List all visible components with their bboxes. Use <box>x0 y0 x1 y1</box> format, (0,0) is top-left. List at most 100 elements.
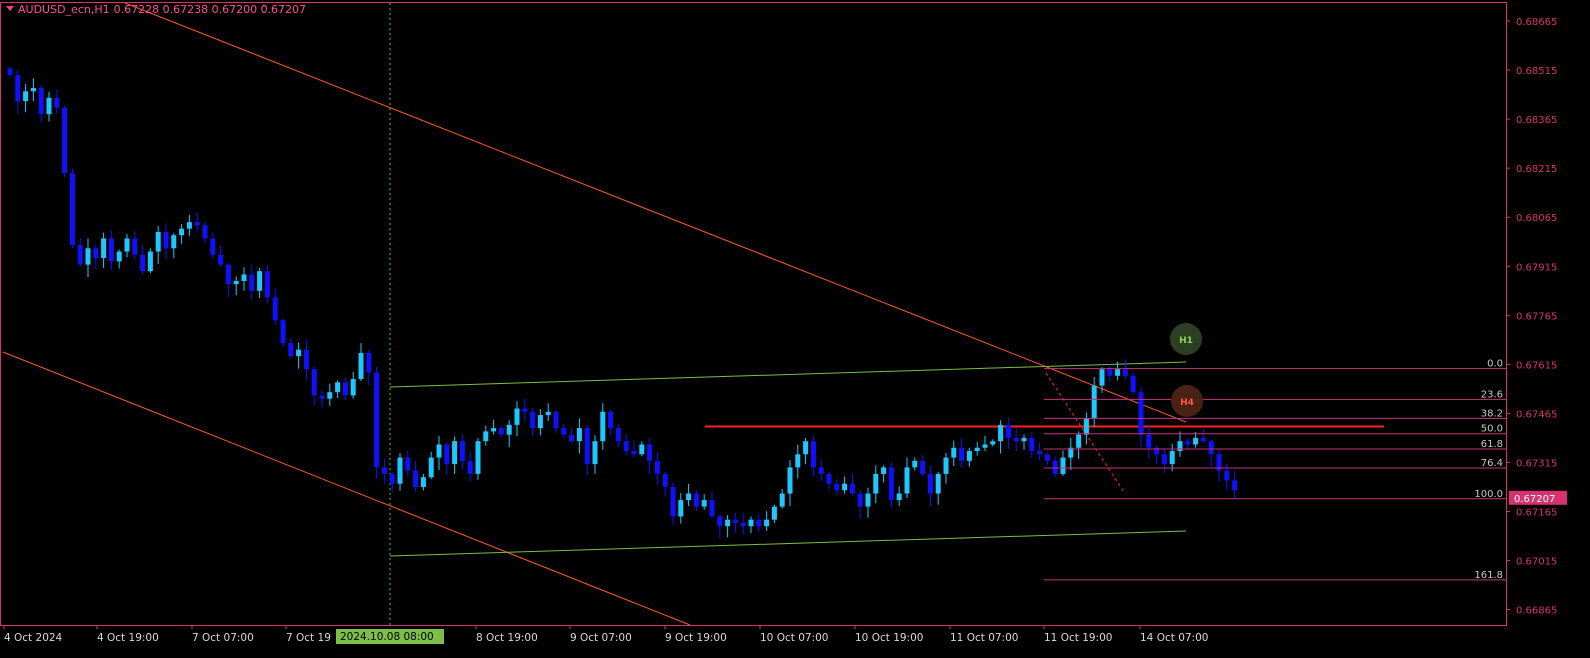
candle-body <box>452 441 458 465</box>
candle-body <box>85 248 91 265</box>
candle-body <box>218 254 224 265</box>
fib-label: 76.4 <box>1481 458 1503 469</box>
collapse-triangle-icon[interactable] <box>6 6 14 11</box>
candle-body <box>491 428 497 432</box>
x-tick-label: 10 Oct 19:00 <box>855 632 923 644</box>
candle-body <box>857 493 863 507</box>
candle-body <box>241 274 247 281</box>
candle-body <box>23 91 29 102</box>
candle-body <box>982 444 988 448</box>
candle-body <box>764 519 770 527</box>
chart-header: AUDUSD_ecn,H1 0.67228 0.67238 0.67200 0.6… <box>6 3 306 16</box>
candle-body <box>545 411 551 416</box>
candle-body <box>1021 437 1027 442</box>
x-tick-label: 11 Oct 07:00 <box>950 632 1018 644</box>
candle-body <box>350 379 356 396</box>
x-tick-label: 9 Oct 19:00 <box>665 632 727 644</box>
candle-body <box>1122 369 1128 376</box>
candle-body <box>124 238 130 252</box>
y-tick-label: 0.68365 <box>1516 115 1557 126</box>
candle-body <box>639 444 645 455</box>
candle-body <box>397 457 403 484</box>
candle-body <box>1161 454 1167 465</box>
channel-lower-line <box>389 530 1187 557</box>
candle-body <box>319 395 325 399</box>
candle-body <box>1130 375 1136 393</box>
candle-body <box>327 392 333 399</box>
candle-body <box>888 467 894 501</box>
fib-label: 61.8 <box>1481 439 1503 450</box>
candle-body <box>1005 424 1011 438</box>
x-tick-label: 4 Oct 2024 <box>4 632 63 644</box>
y-tick-label: 0.68215 <box>1516 164 1557 175</box>
y-tick-label: 0.68065 <box>1516 213 1557 224</box>
candle-body <box>272 297 278 321</box>
price-time-axes: 0.68665 0.68515 0.68365 0.68215 0.68065 0.679… <box>3 17 1567 644</box>
h1-marker[interactable]: H1 <box>1170 323 1202 355</box>
candle-body <box>132 238 138 255</box>
candle-body <box>951 447 957 458</box>
candle-body <box>686 493 692 501</box>
candle-body <box>1091 385 1097 419</box>
candle-body <box>881 467 887 474</box>
candle-body <box>654 460 660 474</box>
candle-body <box>30 88 36 92</box>
candle-body <box>233 280 239 285</box>
candle-body <box>1029 437 1035 452</box>
x-tick-label: 4 Oct 19:00 <box>97 632 159 644</box>
candle-body <box>225 264 231 285</box>
candle-body <box>756 519 762 527</box>
candle-body <box>171 235 177 249</box>
candle-body <box>810 441 816 468</box>
candle-body <box>1138 392 1144 435</box>
fib-label: 161.8 <box>1474 570 1503 581</box>
candle-body <box>849 483 855 494</box>
h4-marker[interactable]: H4 <box>1171 385 1203 417</box>
candle-body <box>311 369 317 396</box>
candle-body <box>896 493 902 501</box>
candle-body <box>561 428 567 435</box>
candle-body <box>116 251 122 262</box>
candle-body <box>592 441 598 465</box>
candle-body <box>1200 437 1206 442</box>
candle-body <box>600 411 606 442</box>
fib-label: 50.0 <box>1481 424 1503 435</box>
candle-body <box>608 411 614 429</box>
candle-body <box>15 74 21 102</box>
candle-body <box>826 473 832 484</box>
candle-body <box>77 244 83 265</box>
price-chart[interactable]: 0.023.638.250.061.876.4100.0161.8 H1 H4 … <box>0 0 1590 658</box>
candle-body <box>662 473 668 487</box>
candle-body <box>873 473 879 494</box>
candle-body <box>163 231 169 249</box>
upper-trendline <box>124 2 1187 423</box>
candle-body <box>483 431 489 442</box>
candle-body <box>342 382 348 396</box>
candle-body <box>1185 441 1191 445</box>
candle-body <box>771 506 777 520</box>
candle-body <box>1115 369 1121 376</box>
x-tick-label: 14 Oct 07:00 <box>1140 632 1208 644</box>
candle-body <box>834 483 840 491</box>
candle-body <box>795 454 801 468</box>
x-tick-label: 10 Oct 07:00 <box>760 632 828 644</box>
candle-body <box>202 225 208 239</box>
x-tick-label: 8 Oct 19:00 <box>476 632 538 644</box>
candle-body <box>1232 480 1238 491</box>
fib-label: 23.6 <box>1481 389 1503 400</box>
candle-body <box>787 467 793 494</box>
candle-body <box>54 97 60 108</box>
candle-body <box>296 349 302 357</box>
candle-body <box>257 271 263 291</box>
candle-body <box>998 424 1004 442</box>
candle-body <box>966 451 972 461</box>
candle-body <box>990 441 996 445</box>
y-tick-label: 0.68665 <box>1516 17 1557 28</box>
candle-body <box>498 428 504 435</box>
candle-body <box>865 493 871 507</box>
x-tick-label: 7 Oct 19 <box>286 632 331 644</box>
candle-body <box>670 486 676 517</box>
candle-body <box>1193 437 1199 445</box>
candle-body <box>678 500 684 517</box>
h1-label: H1 <box>1179 336 1193 346</box>
